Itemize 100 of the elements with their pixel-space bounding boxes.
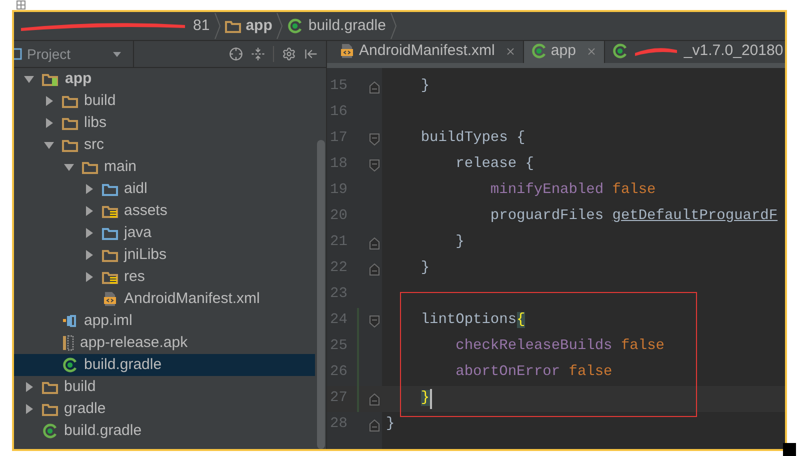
expand-arrow-icon[interactable] — [44, 118, 54, 128]
code-line: buildTypes { — [420, 129, 526, 148]
tree-item[interactable]: gradle — [14, 398, 315, 420]
tree-item-label: build.gradle — [84, 354, 162, 375]
expand-arrow-icon[interactable] — [84, 206, 94, 216]
tree-item[interactable]: build.gradle — [14, 354, 315, 376]
code-line: } — [420, 259, 430, 278]
locate-icon[interactable] — [229, 47, 243, 61]
gradle-file-icon — [42, 423, 58, 439]
folder-icon — [224, 20, 241, 32]
tree-item-label: aidl — [124, 178, 148, 199]
folder-icon — [42, 402, 58, 416]
folder-icon — [42, 380, 58, 394]
code-line: lintOptions{ — [420, 311, 526, 330]
expand-arrow-icon[interactable] — [84, 250, 94, 260]
tree-item-label: app-release.apk — [80, 332, 188, 353]
tree-item[interactable]: jniLibs — [14, 244, 315, 266]
dropdown-caret-icon — [113, 52, 121, 56]
folder-icon — [62, 116, 78, 130]
resize-handle[interactable] — [783, 443, 796, 456]
module-folder-icon — [42, 72, 59, 86]
gradle-file-icon — [287, 18, 304, 34]
hide-panel-icon[interactable] — [304, 47, 318, 61]
folder-icon — [82, 160, 98, 174]
xml-file-icon — [102, 291, 118, 307]
tree-item-label: build.gradle — [64, 420, 142, 441]
resource-folder-icon — [102, 204, 118, 218]
xml-file-icon — [339, 43, 355, 59]
tree-item-label: libs — [84, 112, 107, 133]
tree-item-label: build — [84, 90, 116, 111]
expand-arrow-icon[interactable] — [44, 140, 54, 150]
breadcrumb-item[interactable]: 81 — [14, 12, 214, 40]
tree-item-label: jniLibs — [124, 244, 167, 265]
code-line: release { — [454, 155, 534, 174]
tree-item[interactable]: app.iml — [14, 310, 315, 332]
tree-item-label: src — [84, 134, 104, 155]
expand-arrow-icon[interactable] — [84, 272, 94, 282]
resource-folder-icon — [102, 270, 118, 284]
folder-icon — [62, 94, 78, 108]
tree-item[interactable]: main — [14, 156, 315, 178]
move-handle-icon[interactable] — [16, 0, 26, 10]
fold-marker-icon[interactable] — [369, 132, 380, 146]
tree-item-label: app.iml — [84, 310, 132, 331]
close-icon[interactable] — [586, 46, 597, 56]
code-line: proguardFiles getDefaultProguardF — [489, 207, 778, 226]
fold-marker-icon[interactable] — [369, 392, 380, 406]
expand-arrow-icon[interactable] — [24, 404, 34, 414]
view-selector[interactable]: Project — [14, 41, 134, 67]
tree-item[interactable]: aidl — [14, 178, 315, 200]
breadcrumb-separator-icon — [214, 13, 221, 39]
code-line: abortOnError false — [454, 363, 612, 382]
tree-item[interactable]: build — [14, 376, 315, 398]
tree-item[interactable]: AndroidManifest.xml — [14, 288, 315, 310]
tree-item-label: app — [65, 68, 92, 89]
settings-icon[interactable] — [282, 47, 296, 61]
tree-item[interactable]: app-release.apk — [14, 332, 315, 354]
code-line: } — [454, 233, 464, 252]
tree-item-label: gradle — [64, 398, 106, 419]
gradle-file-icon — [612, 43, 628, 59]
tree-item-label: AndroidManifest.xml — [124, 288, 260, 309]
expand-arrow-icon[interactable] — [44, 96, 54, 106]
archive-file-icon — [62, 335, 74, 351]
expand-arrow-icon[interactable] — [24, 382, 34, 392]
tree-item[interactable]: build.gradle — [14, 420, 315, 442]
editor-tab[interactable]: app — [524, 41, 605, 63]
tree-item[interactable]: res — [14, 266, 315, 288]
close-icon[interactable] — [504, 46, 516, 56]
gradle-file-icon — [62, 357, 78, 373]
breadcrumb-item[interactable]: app — [220, 12, 276, 40]
module-file-icon — [62, 314, 78, 328]
tree-item[interactable]: libs — [14, 112, 315, 134]
text-cursor — [430, 389, 432, 409]
folder-icon — [102, 182, 118, 196]
tree-item[interactable]: assets — [14, 200, 315, 222]
expand-arrow-icon[interactable] — [64, 162, 74, 172]
expand-arrow-icon[interactable] — [84, 228, 94, 238]
tree-item[interactable]: src — [14, 134, 315, 156]
tree-item[interactable]: java — [14, 222, 315, 244]
tree-item-label: assets — [124, 200, 168, 221]
code-line: } — [420, 77, 430, 96]
code-line: checkReleaseBuilds false — [454, 337, 664, 356]
tree-item-label: res — [124, 266, 145, 287]
breadcrumb-separator-icon — [276, 13, 284, 39]
expand-arrow-icon[interactable] — [84, 184, 94, 194]
expand-arrow-icon[interactable] — [24, 74, 34, 84]
tree-item[interactable]: build — [14, 90, 315, 112]
code-line: minifyEnabled false — [489, 181, 656, 200]
tree-item-label: java — [124, 222, 152, 243]
scrollbar-thumb[interactable] — [316, 140, 324, 449]
tree-item[interactable]: app — [14, 68, 315, 90]
folder-icon — [102, 248, 118, 262]
folder-icon — [102, 226, 118, 240]
breadcrumb-separator-icon — [390, 13, 397, 39]
breadcrumb-item[interactable]: build.gradle — [283, 12, 390, 40]
fold-marker-icon[interactable] — [369, 314, 380, 328]
gradle-file-icon — [530, 43, 547, 59]
fold-marker-icon[interactable] — [369, 158, 380, 172]
tree-item-label: build — [64, 376, 96, 397]
folder-icon — [62, 138, 78, 152]
collapse-all-icon[interactable] — [251, 47, 265, 61]
